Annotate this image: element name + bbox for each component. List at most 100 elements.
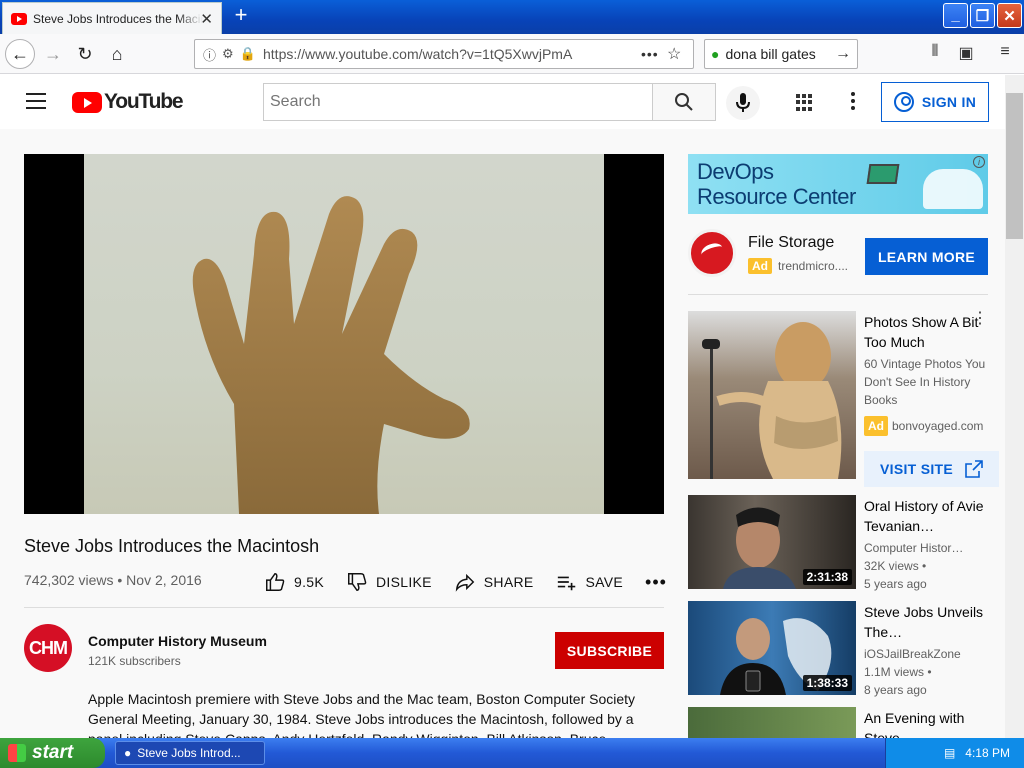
browser-titlebar: Steve Jobs Introduces the Macintosh ✕ + … bbox=[0, 0, 1024, 34]
visit-site-button[interactable]: VISIT SITE bbox=[864, 451, 999, 487]
video-thumbnail[interactable] bbox=[688, 707, 856, 738]
video-actions: 9.5K DISLIKE SHARE SAVE ••• bbox=[264, 571, 689, 593]
system-tray: ▤ 4:18 PM bbox=[885, 738, 1024, 768]
guide-menu-icon[interactable] bbox=[26, 93, 46, 114]
video-player[interactable] bbox=[24, 154, 664, 514]
thumbs-down-icon bbox=[348, 573, 367, 591]
info-icon[interactable]: ⓘ bbox=[203, 45, 216, 64]
rec-views: 32K views • bbox=[864, 559, 927, 573]
video-title: Steve Jobs Introduces the Macintosh bbox=[24, 536, 320, 556]
rec-views: 1.1M views • bbox=[864, 665, 932, 679]
url-bar[interactable]: ⓘ ⚙ 🔒 https://www.youtube.com/watch?v=1t… bbox=[194, 39, 694, 69]
clock[interactable]: 4:18 PM bbox=[965, 746, 1010, 760]
video-description: Apple Macintosh premiere with Steve Jobs… bbox=[88, 691, 636, 738]
scrollbar-thumb[interactable] bbox=[1006, 93, 1023, 239]
firefox-icon: ● bbox=[124, 746, 132, 760]
ad-card-menu-icon[interactable]: ⋮ bbox=[972, 311, 988, 327]
close-tab-icon[interactable]: ✕ bbox=[200, 10, 213, 28]
search-input[interactable] bbox=[263, 83, 653, 121]
back-button[interactable]: ← bbox=[5, 39, 35, 69]
channel-avatar[interactable]: CHM bbox=[24, 624, 72, 672]
search-query[interactable]: dona bill gates bbox=[725, 46, 835, 62]
rec-video-title[interactable]: Oral History of Avie Tevanian… bbox=[864, 496, 994, 536]
new-tab-button[interactable]: + bbox=[230, 4, 252, 28]
sidebar-icon[interactable]: ▣ bbox=[955, 43, 977, 63]
ad-badge: Ad bbox=[864, 416, 888, 436]
banner-headline: DevOps bbox=[697, 159, 774, 184]
advertiser-logo[interactable] bbox=[688, 229, 736, 277]
cloud-illustration bbox=[923, 169, 983, 209]
watch-page: Steve Jobs Introduces the Macintosh 742,… bbox=[0, 129, 1005, 738]
save-button[interactable]: SAVE bbox=[556, 571, 624, 593]
divider bbox=[688, 294, 988, 295]
microphone-icon bbox=[736, 93, 750, 112]
minimize-button[interactable]: _ bbox=[943, 3, 968, 28]
page-actions-icon[interactable]: ••• bbox=[641, 46, 667, 62]
external-link-icon bbox=[965, 460, 983, 478]
browser-search-field[interactable]: ● dona bill gates → bbox=[704, 39, 858, 69]
close-window-button[interactable]: ✕ bbox=[997, 3, 1022, 28]
youtube-play-icon bbox=[72, 91, 102, 113]
browser-tab[interactable]: Steve Jobs Introduces the Macintosh ✕ bbox=[2, 2, 222, 34]
like-button[interactable]: 9.5K bbox=[264, 571, 324, 593]
dislike-button[interactable]: DISLIKE bbox=[346, 571, 432, 593]
ad-thumbnail[interactable] bbox=[688, 311, 856, 479]
search-button[interactable] bbox=[652, 83, 716, 121]
duration-badge: 1:38:33 bbox=[802, 675, 852, 691]
rec-video-title[interactable]: Steve Jobs Unveils The… bbox=[864, 602, 994, 642]
share-button[interactable]: SHARE bbox=[454, 571, 534, 593]
menu-icon[interactable]: ≡ bbox=[994, 43, 1016, 61]
youtube-header: YouTube SIGN IN bbox=[0, 75, 1005, 129]
windows-logo-icon bbox=[8, 744, 26, 762]
url-text[interactable]: https://www.youtube.com/watch?v=1tQ5Xwvj… bbox=[263, 46, 641, 62]
laptop-illustration bbox=[866, 164, 900, 184]
rec-channel[interactable]: Computer Histor… bbox=[864, 539, 992, 557]
video-view-count: 742,302 views • Nov 2, 2016 bbox=[24, 572, 202, 588]
windows-taskbar: start ● Steve Jobs Introd... ▤ 4:18 PM bbox=[0, 738, 1024, 768]
sign-in-button[interactable]: SIGN IN bbox=[881, 82, 989, 122]
search-go-icon[interactable]: → bbox=[835, 45, 851, 63]
reload-button[interactable]: ↻ bbox=[70, 39, 100, 69]
video-thumbnail[interactable]: 1:38:33 bbox=[688, 601, 856, 695]
ad-badge: Ad bbox=[748, 258, 772, 274]
apps-grid-icon[interactable] bbox=[796, 94, 813, 111]
start-button[interactable]: start bbox=[0, 738, 105, 768]
playlist-add-icon bbox=[557, 576, 575, 591]
tab-title: Steve Jobs Introduces the Macintosh bbox=[33, 11, 203, 26]
home-button[interactable]: ⌂ bbox=[102, 39, 132, 69]
library-icon[interactable]: ⫴ bbox=[924, 43, 946, 61]
advertiser-name: trendmicro.... bbox=[778, 259, 849, 273]
ad-card-subtitle: 60 Vintage Photos You Don't See In Histo… bbox=[864, 357, 986, 407]
search-icon bbox=[675, 93, 693, 111]
youtube-logo[interactable]: YouTube bbox=[72, 90, 184, 114]
permissions-icon[interactable]: ⚙ bbox=[222, 46, 234, 62]
video-thumbnail[interactable]: 2:31:38 bbox=[688, 495, 856, 589]
ad-domain: bonvoyaged.com bbox=[892, 419, 984, 433]
channel-name[interactable]: Computer History Museum bbox=[88, 633, 267, 649]
learn-more-button[interactable]: LEARN MORE bbox=[865, 238, 988, 275]
rec-age: 5 years ago bbox=[864, 577, 927, 591]
settings-more-icon[interactable] bbox=[848, 92, 858, 113]
share-icon bbox=[455, 573, 475, 592]
video-frame bbox=[84, 154, 604, 514]
ad-info-icon[interactable]: i bbox=[973, 156, 985, 168]
divider bbox=[24, 607, 664, 608]
maximize-button[interactable]: ❐ bbox=[970, 3, 995, 28]
lock-icon[interactable]: 🔒 bbox=[240, 46, 256, 62]
voice-search-button[interactable] bbox=[726, 86, 760, 120]
rec-video-title[interactable]: An Evening with Steve… bbox=[864, 708, 994, 738]
more-actions-icon[interactable]: ••• bbox=[645, 572, 667, 593]
bookmark-star-icon[interactable]: ☆ bbox=[667, 44, 693, 64]
taskbar-firefox-button[interactable]: ● Steve Jobs Introd... bbox=[115, 741, 265, 765]
rec-channel[interactable]: iOSJailBreakZone bbox=[864, 645, 992, 663]
display-ad-banner[interactable]: DevOps Resource Center i bbox=[688, 154, 988, 214]
search-engine-icon[interactable]: ● bbox=[711, 46, 719, 62]
duration-badge: 2:31:38 bbox=[802, 569, 852, 585]
rec-age: 8 years ago bbox=[864, 683, 927, 697]
subscribe-button[interactable]: SUBSCRIBE bbox=[555, 632, 664, 669]
performer-image bbox=[702, 322, 842, 479]
account-icon bbox=[893, 92, 914, 112]
forward-button[interactable]: → bbox=[38, 39, 68, 69]
network-icon[interactable]: ▤ bbox=[944, 746, 955, 760]
promo-title[interactable]: File Storage bbox=[748, 234, 834, 252]
